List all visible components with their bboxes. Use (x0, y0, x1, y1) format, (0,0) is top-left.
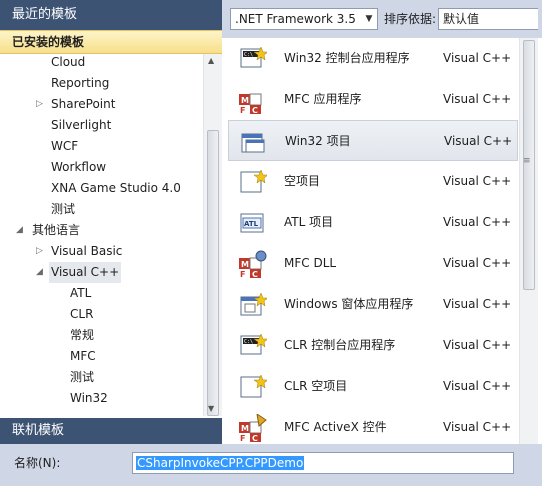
expand-arrow-icon[interactable]: ▷ (36, 241, 43, 262)
clr-empty-icon (239, 373, 269, 401)
template-categories-pane: 最近的模板 已安装的模板 Cloud Reporting ▷ SharePoint Si… (0, 0, 222, 486)
tree-item-label: WCF (51, 139, 79, 153)
svg-text:F: F (240, 270, 245, 278)
template-language: Visual C++ (444, 134, 513, 148)
svg-text:C: C (252, 434, 258, 442)
tree-item-label: Workflow (51, 160, 107, 174)
recent-templates-header[interactable]: 最近的模板 (0, 0, 222, 30)
svg-text:C: C (252, 106, 258, 114)
template-name: MFC ActiveX 控件 (284, 420, 387, 434)
collapse-arrow-icon[interactable]: ◢ (36, 262, 43, 283)
tree-item-label: 测试 (70, 370, 95, 384)
template-name: ATL 项目 (284, 215, 334, 229)
template-item[interactable]: M C F MFC 应用程序 Visual C++ (228, 79, 518, 120)
svg-text:M: M (241, 96, 249, 105)
tree-item-label: 常规 (70, 328, 95, 342)
template-language: Visual C++ (443, 51, 512, 65)
svg-text:F: F (240, 434, 245, 442)
tree-item-label: 测试 (51, 202, 76, 216)
scroll-up-icon[interactable]: ▲ (208, 56, 214, 65)
mfc-activex-icon: MCF (239, 412, 267, 443)
template-name: CLR 控制台应用程序 (284, 338, 396, 352)
collapse-arrow-icon[interactable]: ◢ (16, 220, 23, 241)
template-item[interactable]: C:\ CLR 控制台应用程序 Visual C++ (228, 325, 518, 366)
atl-project-icon: ATL (239, 209, 267, 237)
template-item[interactable]: M C F MFC ActiveX 控件 Visual C++ (228, 407, 518, 444)
grip-icon: ≡ (523, 156, 531, 166)
tree-item-label: ATL (70, 286, 92, 300)
template-list: C:\ Win32 控制台应用程序 Visual C++ M C F MFC 应用程序 Vis… (226, 38, 519, 444)
win32-project-icon (240, 128, 268, 156)
windows-forms-icon (239, 291, 269, 319)
tree-item-label: Cloud (51, 55, 86, 69)
sort-label: 排序依据: (384, 12, 437, 26)
sort-select[interactable]: 默认值 (438, 8, 538, 30)
category-tree: Cloud Reporting ▷ SharePoint Silverlight WCF W… (0, 54, 203, 416)
template-language: Visual C++ (443, 174, 512, 188)
template-language: Visual C++ (443, 420, 512, 434)
tree-item-label: Silverlight (51, 118, 112, 132)
template-item[interactable]: Windows 窗体应用程序 Visual C++ (228, 284, 518, 325)
tree-item-label: XNA Game Studio 4.0 (51, 181, 181, 195)
svg-text:M: M (241, 424, 249, 433)
category-scrollbar[interactable]: ▲ ▼ (203, 54, 222, 416)
svg-text:M: M (241, 260, 249, 269)
svg-text:C:\: C:\ (244, 52, 253, 58)
template-name: Win32 项目 (285, 134, 351, 148)
chevron-down-icon[interactable]: ▼ (361, 9, 377, 29)
tree-item-label: Win32 (70, 391, 108, 405)
svg-text:C: C (252, 270, 258, 278)
mfc-app-icon: MCF (239, 86, 267, 115)
console-app-icon: C:\ (239, 45, 269, 73)
project-name-input[interactable]: CSharpInvokeCPP.CPPDemo (132, 452, 514, 474)
tree-item-label: Reporting (51, 76, 110, 90)
framework-value: .NET Framework 3.5 (235, 12, 356, 26)
template-scrollbar[interactable]: ≡ (519, 38, 538, 444)
sort-value: 默认值 (443, 12, 480, 26)
tree-item-label: Visual C++ (49, 262, 122, 283)
mfc-dll-icon: MCF (239, 250, 267, 279)
tree-item-label: MFC (70, 349, 96, 363)
scroll-thumb[interactable] (207, 130, 219, 416)
tree-item-label: Visual Basic (51, 244, 123, 258)
svg-text:C:\: C:\ (244, 339, 253, 345)
clr-console-icon: C:\ (239, 332, 269, 360)
svg-text:F: F (240, 106, 245, 114)
tree-item-label: SharePoint (51, 97, 116, 111)
template-language: Visual C++ (443, 379, 512, 393)
svg-text:ATL: ATL (244, 220, 259, 228)
name-label: 名称(N): (14, 456, 61, 470)
tree-item-label: CLR (70, 307, 94, 321)
empty-project-icon (239, 168, 269, 196)
template-name: Windows 窗体应用程序 (284, 297, 414, 311)
template-language: Visual C++ (443, 297, 512, 311)
template-item[interactable]: CLR 空项目 Visual C++ (228, 366, 518, 407)
template-language: Visual C++ (443, 92, 512, 106)
template-item[interactable]: Win32 项目 Visual C++ (228, 120, 518, 161)
expand-arrow-icon[interactable]: ▷ (36, 94, 43, 115)
project-name-value: CSharpInvokeCPP.CPPDemo (136, 456, 305, 470)
online-templates-header[interactable]: 联机模板 (0, 418, 222, 444)
template-item[interactable]: C:\ Win32 控制台应用程序 Visual C++ (228, 38, 518, 79)
tree-item-label: 其他语言 (32, 223, 81, 237)
template-name: Win32 控制台应用程序 (284, 51, 410, 65)
installed-templates-header[interactable]: 已安装的模板 (0, 30, 222, 54)
template-name: MFC 应用程序 (284, 92, 362, 106)
template-name: 空项目 (284, 174, 321, 188)
template-item[interactable]: 空项目 Visual C++ (228, 161, 518, 202)
template-language: Visual C++ (443, 215, 512, 229)
scroll-down-icon[interactable]: ▼ (208, 404, 214, 413)
template-item[interactable]: ATL ATL 项目 Visual C++ (228, 202, 518, 243)
template-name: MFC DLL (284, 256, 337, 270)
framework-select[interactable]: .NET Framework 3.5 ▼ (230, 8, 378, 30)
template-name: CLR 空项目 (284, 379, 348, 393)
template-item[interactable]: M C F MFC DLL Visual C++ (228, 243, 518, 284)
template-language: Visual C++ (443, 338, 512, 352)
template-language: Visual C++ (443, 256, 512, 270)
